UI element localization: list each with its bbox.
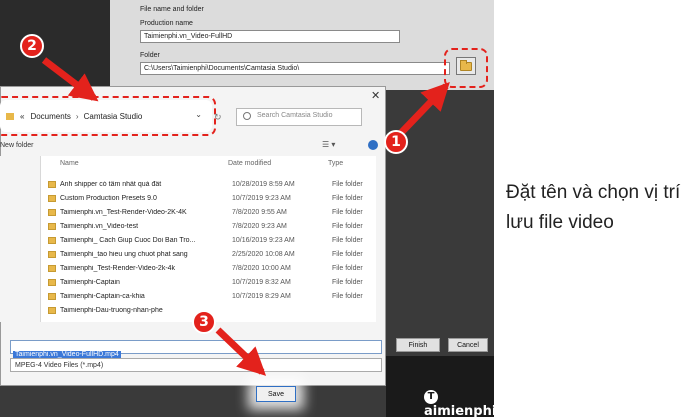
step-badge-2: 2: [20, 34, 44, 58]
step-badge-1: 1: [384, 130, 408, 154]
arrow-to-browse: [397, 81, 450, 137]
arrow-to-breadcrumb: [41, 57, 99, 102]
caption-text: Đặt tên và chọn vị trí lưu file video: [506, 182, 681, 233]
screenshot-area: File name and folder Production name Tai…: [0, 0, 494, 417]
step-badge-3: 3: [192, 310, 216, 334]
annotation-arrows: [41, 57, 450, 376]
arrow-to-save: [215, 327, 267, 376]
